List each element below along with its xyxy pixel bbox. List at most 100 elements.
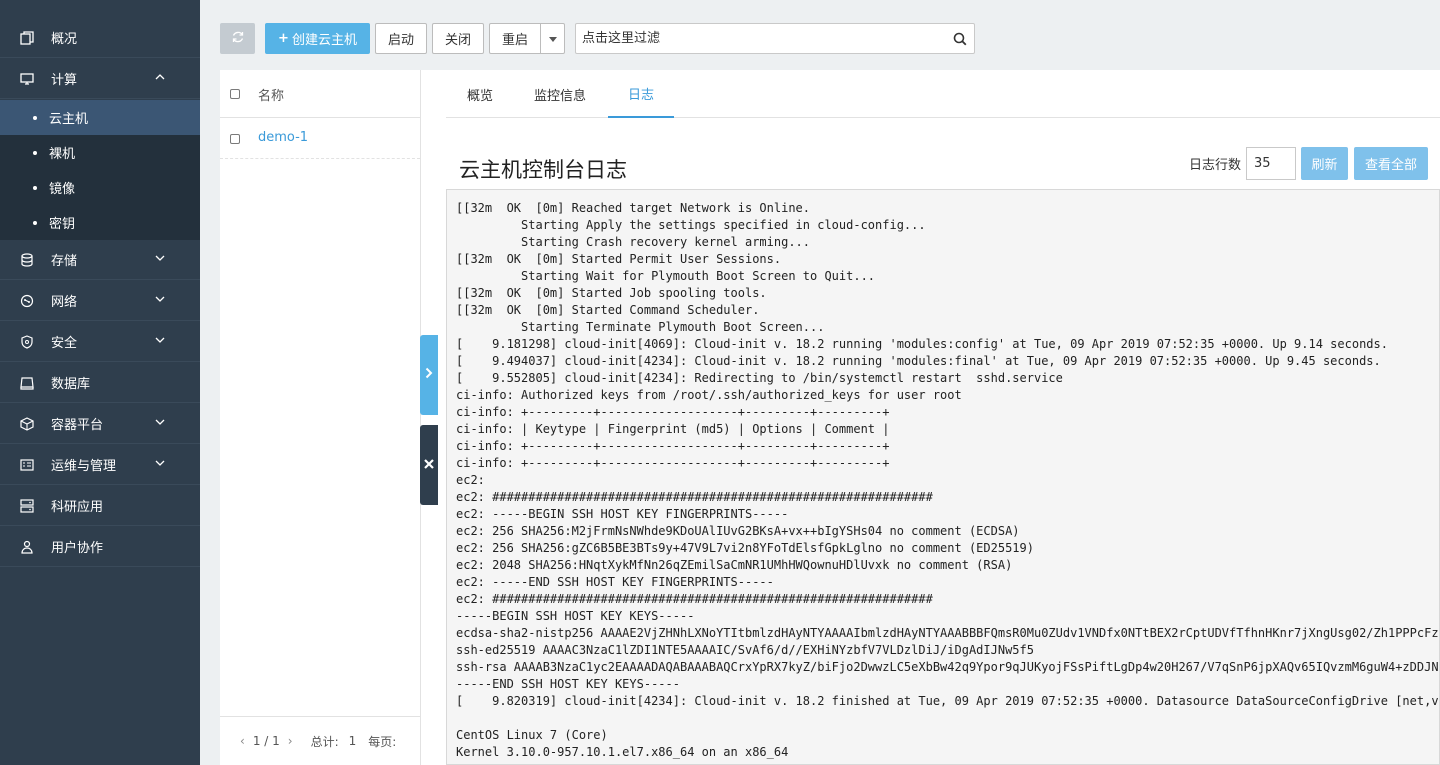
refresh-log-button[interactable]: 刷新 xyxy=(1301,147,1348,180)
detail-tabs: 概览 监控信息 日志 xyxy=(446,70,1440,118)
tab-label: 概览 xyxy=(467,88,494,104)
chevron-down-icon xyxy=(154,457,166,469)
sidebar-item-label: 容器平台 xyxy=(51,418,104,433)
view-all-button[interactable]: 查看全部 xyxy=(1354,147,1428,180)
database-icon xyxy=(20,252,34,267)
chevron-up-icon xyxy=(154,71,166,83)
sidebar-item-label: 计算 xyxy=(51,73,78,88)
caret-down-icon xyxy=(548,31,557,46)
instance-name-link[interactable]: demo-1 xyxy=(258,130,308,145)
tab-monitoring[interactable]: 监控信息 xyxy=(534,70,586,118)
tab-overview[interactable]: 概览 xyxy=(466,70,494,118)
next-page-icon[interactable]: › xyxy=(288,734,293,748)
chevron-down-icon xyxy=(154,334,166,346)
console-log[interactable]: [[32m OK [0m] Reached target Network is … xyxy=(446,189,1440,765)
sidebar-item-label: 用户协作 xyxy=(51,541,104,556)
box-icon xyxy=(20,416,34,431)
page-indicator: 1 / 1 xyxy=(252,734,280,748)
close-panel-toggle[interactable] xyxy=(420,425,438,505)
sidebar-item-storage[interactable]: 存储 xyxy=(0,240,200,280)
bullet-icon xyxy=(33,115,37,120)
chevron-down-icon xyxy=(154,293,166,305)
sidebar-item-compute[interactable]: 计算 xyxy=(0,59,200,99)
per-page-label: 每页: xyxy=(368,734,397,749)
reboot-button[interactable]: 重启 xyxy=(489,23,541,54)
sidebar-subitem-keypairs[interactable]: 密钥 xyxy=(0,205,200,240)
sidebar-item-label: 数据库 xyxy=(51,377,91,392)
sidebar: 概况 计算 云主机 裸机 镜像 密钥 存储 网络 安全 数据库 容器平台 运维与… xyxy=(0,0,200,765)
reboot-dropdown-button[interactable] xyxy=(540,23,565,54)
sidebar-item-database[interactable]: 数据库 xyxy=(0,363,200,403)
row-checkbox[interactable] xyxy=(230,134,240,144)
refresh-log-label: 刷新 xyxy=(1311,158,1338,173)
view-all-label: 查看全部 xyxy=(1364,158,1417,173)
sidebar-subitem-instances[interactable]: 云主机 xyxy=(0,100,200,135)
stop-button[interactable]: 关闭 xyxy=(432,23,484,54)
bullet-icon xyxy=(33,185,37,190)
instance-list-panel: 名称 demo-1 ‹ 1 / 1 › 总计: 1 每页: xyxy=(220,70,421,765)
start-label: 启动 xyxy=(387,33,414,48)
bullet-icon xyxy=(33,220,37,225)
refresh-icon xyxy=(231,30,245,48)
console-log-text: [[32m OK [0m] Reached target Network is … xyxy=(456,201,1439,759)
chevron-down-icon xyxy=(154,416,166,428)
tab-logs[interactable]: 日志 xyxy=(608,70,674,118)
sidebar-item-container-platform[interactable]: 容器平台 xyxy=(0,404,200,444)
sidebar-subitem-baremetal[interactable]: 裸机 xyxy=(0,135,200,170)
network-icon xyxy=(20,294,34,308)
sidebar-subitem-label: 裸机 xyxy=(49,147,76,162)
close-icon xyxy=(424,458,434,473)
prev-page-icon[interactable]: ‹ xyxy=(240,734,245,748)
tab-label: 日志 xyxy=(627,87,654,103)
search-icon[interactable] xyxy=(953,32,967,46)
create-instance-button[interactable]: + 创建云主机 xyxy=(265,23,370,54)
select-all-checkbox[interactable] xyxy=(230,89,240,99)
sidebar-item-label: 运维与管理 xyxy=(51,459,117,474)
sidebar-item-label: 存储 xyxy=(51,254,78,269)
sidebar-item-research-apps[interactable]: 科研应用 xyxy=(0,486,200,526)
sidebar-item-label: 网络 xyxy=(51,295,78,310)
total-value: 1 xyxy=(348,734,357,748)
list-icon xyxy=(20,458,34,472)
sidebar-item-ops-management[interactable]: 运维与管理 xyxy=(0,445,200,485)
sidebar-item-label: 科研应用 xyxy=(51,500,104,515)
column-header-name: 名称 xyxy=(258,89,285,104)
monitor-icon xyxy=(20,72,34,86)
bullet-icon xyxy=(33,150,37,155)
plus-icon: + xyxy=(278,31,289,46)
sidebar-subitem-label: 云主机 xyxy=(49,112,89,127)
sidebar-subitem-label: 密钥 xyxy=(49,217,76,232)
tab-label: 监控信息 xyxy=(534,88,587,104)
create-instance-label: 创建云主机 xyxy=(291,33,357,48)
list-header: 名称 xyxy=(220,70,420,118)
log-lines-input[interactable] xyxy=(1246,147,1296,180)
instance-detail-panel: 概览 监控信息 日志 云主机控制台日志 日志行数 刷新 查看全部 [[32m O… xyxy=(421,70,1440,765)
log-lines-label: 日志行数 xyxy=(1189,158,1242,173)
reboot-label: 重启 xyxy=(501,33,528,48)
start-button[interactable]: 启动 xyxy=(375,23,427,54)
sidebar-item-overview[interactable]: 概况 xyxy=(0,18,200,58)
sidebar-item-label: 安全 xyxy=(51,336,78,351)
users-icon xyxy=(20,540,34,554)
total-label: 总计: xyxy=(310,734,339,749)
list-pagination: ‹ 1 / 1 › 总计: 1 每页: xyxy=(220,716,420,765)
filter-search xyxy=(575,23,975,54)
copy-icon xyxy=(20,30,34,45)
shield-icon xyxy=(20,334,34,349)
sidebar-item-user-collaboration[interactable]: 用户协作 xyxy=(0,527,200,567)
expand-panel-toggle[interactable] xyxy=(420,335,438,415)
table-row[interactable]: demo-1 xyxy=(220,118,420,159)
server-icon xyxy=(20,376,34,390)
sidebar-item-security[interactable]: 安全 xyxy=(0,322,200,362)
filter-input[interactable] xyxy=(576,24,936,53)
sidebar-subitem-images[interactable]: 镜像 xyxy=(0,170,200,205)
page-title: 云主机控制台日志 xyxy=(459,158,627,182)
sidebar-item-network[interactable]: 网络 xyxy=(0,281,200,321)
chevron-down-icon xyxy=(154,252,166,264)
sidebar-item-label: 概况 xyxy=(51,32,78,47)
chevron-right-icon xyxy=(425,367,433,383)
stop-label: 关闭 xyxy=(444,33,471,48)
sidebar-subitem-label: 镜像 xyxy=(49,182,76,197)
server-stack-icon xyxy=(20,498,34,513)
refresh-button[interactable] xyxy=(220,23,255,54)
